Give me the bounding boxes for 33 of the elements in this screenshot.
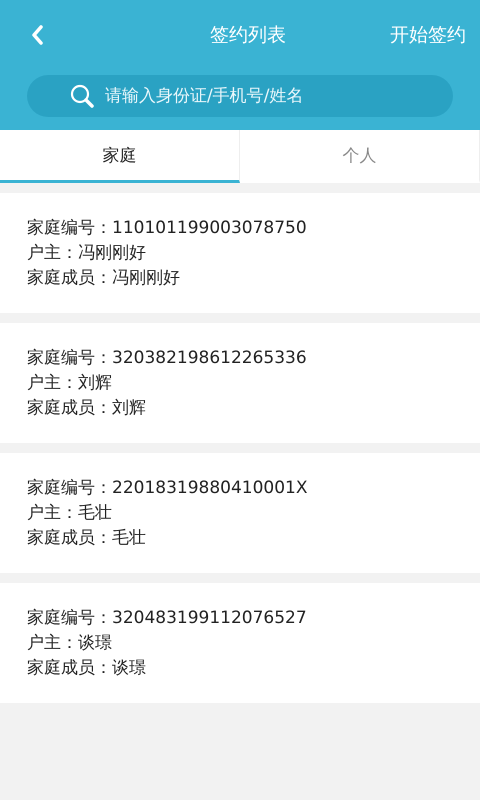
- field-label: 户主：: [27, 632, 78, 652]
- field-value: 谈璟: [112, 658, 146, 678]
- back-icon[interactable]: [30, 24, 44, 46]
- field-value: 110101199003078750: [112, 218, 307, 238]
- family-card[interactable]: 家庭编号：22018319880410001X 户主：毛壮 家庭成员：毛壮: [0, 453, 480, 573]
- field-value: 刘辉: [78, 372, 112, 392]
- field-label: 家庭成员：: [27, 268, 112, 288]
- field-label: 家庭编号：: [27, 218, 112, 238]
- field-label: 户主：: [27, 242, 78, 262]
- field-label: 户主：: [27, 502, 78, 522]
- field-value: 谈璟: [78, 632, 112, 652]
- field-label: 家庭编号：: [27, 608, 112, 628]
- search-icon: [69, 83, 95, 109]
- page-title: 签约列表: [210, 23, 286, 48]
- field-value: 320382198612265336: [112, 348, 307, 368]
- field-value: 毛壮: [112, 528, 146, 548]
- field-value: 毛壮: [78, 502, 112, 522]
- family-card[interactable]: 家庭编号：320483199112076527 户主：谈璟 家庭成员：谈璟: [0, 583, 480, 703]
- field-value: 22018319880410001X: [112, 478, 308, 498]
- family-card[interactable]: 家庭编号：110101199003078750 户主：冯刚刚好 家庭成员：冯刚刚好: [0, 193, 480, 313]
- field-label: 家庭编号：: [27, 478, 112, 498]
- field-label: 户主：: [27, 372, 78, 392]
- tab[interactable]: 家庭: [0, 130, 240, 183]
- family-card[interactable]: 家庭编号：320382198612265336 户主：刘辉 家庭成员：刘辉: [0, 323, 480, 443]
- field-value: 320483199112076527: [112, 608, 307, 628]
- field-label: 家庭编号：: [27, 348, 112, 368]
- field-value: 冯刚刚好: [78, 242, 146, 262]
- field-label: 家庭成员：: [27, 658, 112, 678]
- field-value: 刘辉: [112, 398, 146, 418]
- field-value: 冯刚刚好: [112, 268, 180, 288]
- search-field[interactable]: 请输入身份证/手机号/姓名: [27, 75, 453, 117]
- field-label: 家庭成员：: [27, 528, 112, 548]
- field-label: 家庭成员：: [27, 398, 112, 418]
